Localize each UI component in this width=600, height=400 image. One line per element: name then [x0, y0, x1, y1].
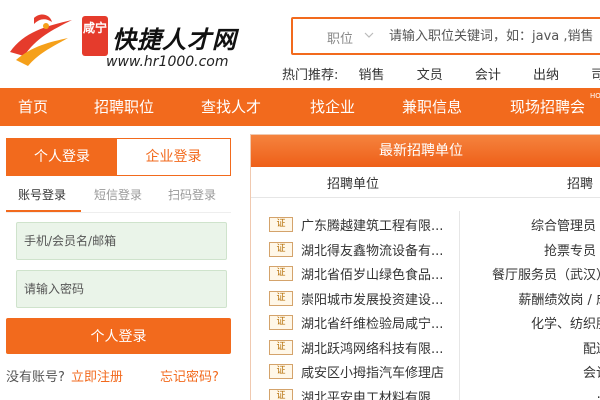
- certified-icon: 证: [269, 315, 293, 330]
- tab-qrcode-login[interactable]: 扫码登录: [168, 186, 216, 203]
- hot-link-sales[interactable]: 销售: [359, 68, 385, 83]
- nav-item-talent[interactable]: 查找人才: [201, 88, 261, 126]
- table-row[interactable]: 证湖北省纤维检验局咸宁...化学、纺织服: [269, 313, 600, 333]
- table-row[interactable]: 证崇阳城市发展投资建设... 薪酬绩效岗 / 成: [269, 289, 600, 309]
- table-row[interactable]: 证湖北跃鸿网络科技有限...配送: [269, 338, 600, 358]
- username-input[interactable]: [17, 223, 226, 259]
- company-name-link[interactable]: 湖北得友鑫物流设备有...: [301, 240, 459, 259]
- register-link[interactable]: 立即注册: [71, 370, 123, 385]
- site-header: 咸宁 快捷人才网 www.hr1000.com 职位 热门推荐: 销售 文员 会…: [0, 0, 600, 88]
- tab-account-login[interactable]: 账号登录: [18, 186, 66, 203]
- company-name-link[interactable]: 湖北省纤维检验局咸宁...: [301, 313, 459, 332]
- certified-icon: 证: [269, 217, 293, 232]
- job-title-link[interactable]: 餐厅服务员（武汉）: [459, 264, 600, 283]
- logo-url: www.hr1000.com: [106, 54, 229, 70]
- login-footer: 没有账号? 立即注册 忘记密码?: [6, 366, 231, 385]
- nav-item-companies[interactable]: 找企业: [310, 88, 355, 126]
- hot-link-clerk[interactable]: 文员: [417, 68, 443, 83]
- certified-icon: 证: [269, 364, 293, 379]
- latest-companies-panel: 最新招聘单位 招聘单位 招聘 证广东腾越建筑工程有限...综合管理员（证湖北得友…: [250, 134, 600, 400]
- certified-icon: 证: [269, 266, 293, 281]
- nav-item-home[interactable]: 首页: [18, 88, 48, 126]
- search-input[interactable]: [389, 23, 600, 49]
- main-nav: 首页 招聘职位 查找人才 找企业 兼职信息 现场招聘会 HOT: [0, 88, 600, 126]
- table-row[interactable]: 证咸安区小拇指汽车修理店会计: [269, 362, 600, 382]
- forgot-password-link[interactable]: 忘记密码?: [160, 366, 219, 385]
- hot-label: 热门推荐:: [282, 68, 339, 83]
- logo-badge: 咸宁: [82, 16, 108, 56]
- job-title-link[interactable]: ...: [459, 387, 600, 400]
- certified-icon: 证: [269, 241, 293, 257]
- no-account-text: 没有账号?: [6, 370, 65, 385]
- certified-icon: 证: [269, 290, 293, 306]
- hot-recommend: 热门推荐: 销售 文员 会计 出纳 司机: [282, 64, 600, 83]
- job-title-link[interactable]: 抢票专员（: [459, 240, 600, 259]
- hot-badge: HOT: [590, 92, 600, 100]
- login-button[interactable]: 个人登录: [6, 318, 231, 354]
- job-title-link[interactable]: 薪酬绩效岗 / 成: [459, 289, 600, 308]
- job-title-link[interactable]: 化学、纺织服: [459, 313, 600, 332]
- divider: [6, 212, 231, 213]
- panel-header: 最新招聘单位: [251, 135, 600, 167]
- login-method-tabs: 账号登录 短信登录 扫码登录: [6, 186, 231, 212]
- table-row[interactable]: 证广东腾越建筑工程有限...综合管理员（: [269, 215, 600, 235]
- login-tabs: 个人登录 企业登录: [6, 138, 231, 176]
- column-header-jobs: 招聘: [567, 177, 594, 192]
- company-name-link[interactable]: 崇阳城市发展投资建设...: [301, 289, 459, 308]
- job-title-link[interactable]: 会计: [459, 362, 600, 381]
- username-field: [16, 222, 227, 260]
- tab-company-login[interactable]: 企业登录: [117, 139, 230, 175]
- chevron-down-icon[interactable]: [363, 29, 375, 41]
- table-row[interactable]: 证湖北得友鑫物流设备有...抢票专员（: [269, 240, 600, 260]
- nav-item-jobfair[interactable]: 现场招聘会: [510, 88, 585, 126]
- logo-title: 快捷人才网: [112, 26, 237, 54]
- company-name-link[interactable]: 咸安区小拇指汽车修理店: [301, 362, 459, 381]
- search-type-select[interactable]: 职位: [327, 28, 353, 47]
- company-name-link[interactable]: 湖北省佰岁山绿色食品...: [301, 264, 459, 283]
- divider: [251, 197, 600, 198]
- login-panel: 个人登录 企业登录 账号登录 短信登录 扫码登录 个人登录 没有账号? 立即注册…: [6, 138, 231, 400]
- page: 咸宁 快捷人才网 www.hr1000.com 职位 热门推荐: 销售 文员 会…: [0, 0, 600, 400]
- job-title-link[interactable]: 综合管理员（: [459, 215, 600, 234]
- hot-link-driver[interactable]: 司机: [591, 68, 600, 83]
- hot-link-cashier[interactable]: 出纳: [533, 68, 559, 83]
- certified-icon: 证: [269, 388, 293, 400]
- column-header-company: 招聘单位: [327, 177, 380, 192]
- password-field: [16, 270, 227, 308]
- search-box: 职位: [291, 17, 600, 55]
- table-row[interactable]: 证湖北省佰岁山绿色食品... 餐厅服务员（武汉）: [269, 264, 600, 284]
- panel-title: 最新招聘单位: [379, 143, 463, 159]
- nav-item-parttime[interactable]: 兼职信息: [402, 88, 462, 126]
- password-input[interactable]: [17, 271, 226, 307]
- site-logo[interactable]: 咸宁 快捷人才网 www.hr1000.com: [6, 10, 246, 72]
- company-name-link[interactable]: 广东腾越建筑工程有限...: [301, 215, 459, 234]
- hot-link-accountant[interactable]: 会计: [475, 68, 501, 83]
- company-name-link[interactable]: 湖北平安电工材料有限...: [301, 387, 459, 400]
- nav-item-jobs[interactable]: 招聘职位: [94, 88, 154, 126]
- job-title-link[interactable]: 配送: [459, 338, 600, 357]
- company-name-link[interactable]: 湖北跃鸿网络科技有限...: [301, 338, 459, 357]
- tab-personal-login[interactable]: 个人登录: [7, 139, 117, 175]
- table-row[interactable]: 证湖北平安电工材料有限......: [269, 387, 600, 400]
- certified-icon: 证: [269, 339, 293, 355]
- tab-sms-login[interactable]: 短信登录: [94, 186, 142, 203]
- logo-mark-icon: [10, 14, 72, 66]
